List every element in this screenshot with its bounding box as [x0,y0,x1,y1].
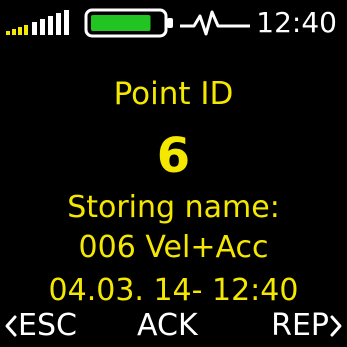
status-bar: 12:40 [0,0,347,44]
heartbeat-pulse-icon [180,10,250,36]
esc-softkey[interactable]: ESC [4,308,77,344]
storing-name-label: Storing name: [67,190,280,225]
battery-icon [84,8,173,38]
point-id-value: 6 [156,128,191,184]
ack-label: ACK [137,308,198,343]
clock-time: 12:40 [256,6,337,39]
point-id-label: Point ID [113,76,234,112]
rep-label: REP [271,308,329,343]
softkey-bar: ESC ACK REP [0,308,347,344]
device-screen: 12:40 Point ID 6 Storing name: 006 Vel+A… [0,0,347,347]
ack-softkey[interactable]: ACK [137,308,198,344]
chevron-left-icon [5,315,17,337]
esc-label: ESC [18,308,77,343]
signal-strength-icon [6,10,69,35]
rep-softkey[interactable]: REP [271,308,343,344]
chevron-right-icon [330,315,342,337]
storing-date-value: 04.03. 14- 12:40 [48,273,299,308]
storing-name-value: 006 Vel+Acc [78,230,269,265]
